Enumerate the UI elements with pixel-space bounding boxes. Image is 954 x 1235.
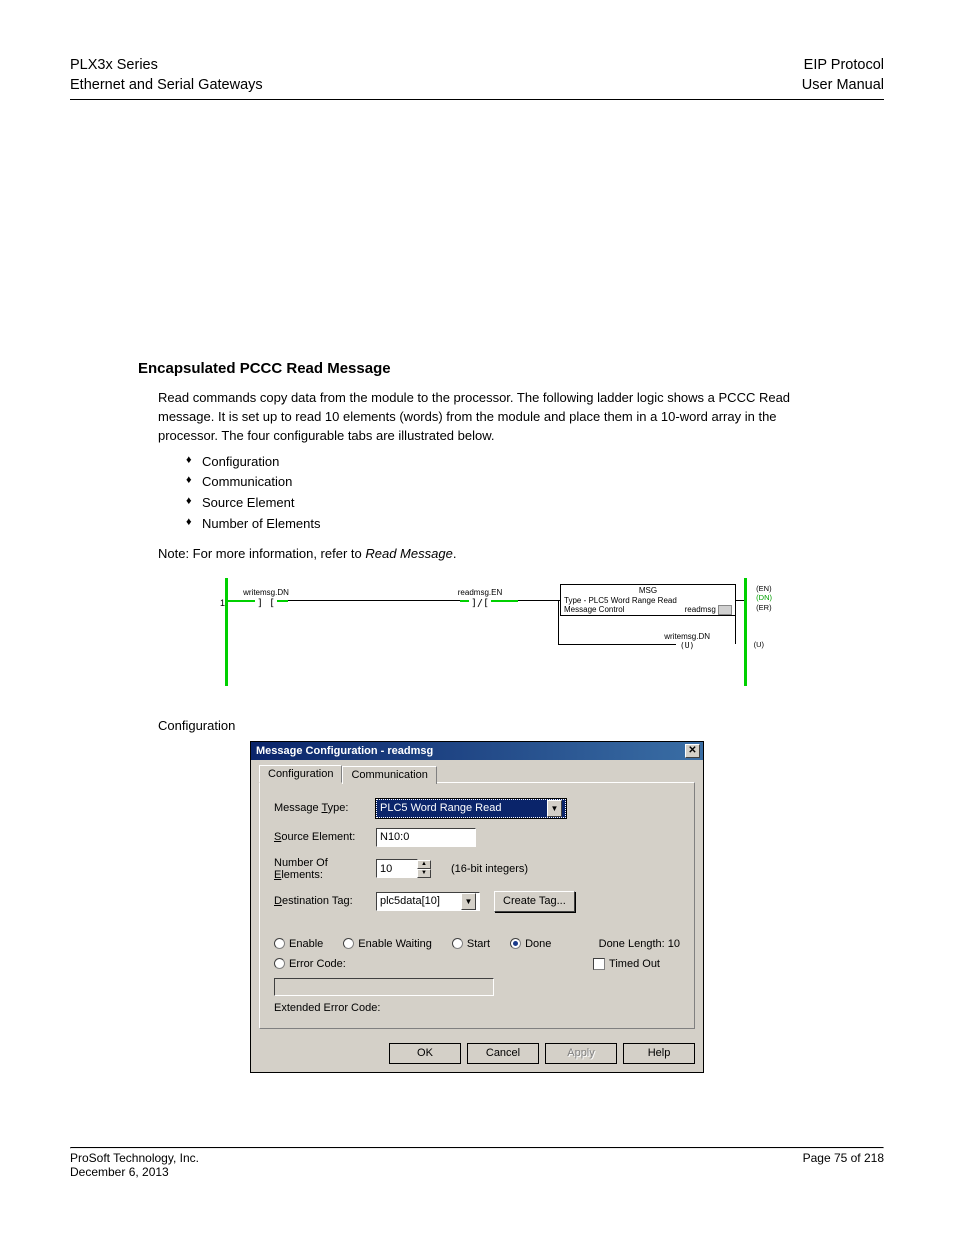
status-timed-out[interactable]: Timed Out bbox=[593, 958, 660, 970]
status-done-length: Done Length: 10 bbox=[599, 938, 680, 950]
header-right-1: EIP Protocol bbox=[802, 56, 884, 76]
tab-panel: Message Type: PLC5 Word Range Read ▼ Sou… bbox=[259, 782, 695, 1029]
branch-flag: (U) bbox=[754, 640, 764, 649]
footer-rule bbox=[70, 1147, 884, 1149]
bullet-list: Configuration Communication Source Eleme… bbox=[186, 452, 816, 535]
status-enable: Enable bbox=[274, 938, 323, 950]
help-button[interactable]: Help bbox=[623, 1043, 695, 1064]
header-left-2: Ethernet and Serial Gateways bbox=[70, 76, 263, 96]
status-error-code: Error Code: bbox=[274, 958, 346, 970]
footer-company: ProSoft Technology, Inc. bbox=[70, 1151, 199, 1165]
combo-message-type[interactable]: PLC5 Word Range Read ▼ bbox=[376, 799, 566, 818]
header-right-2: User Manual bbox=[802, 76, 884, 96]
input-num-elements[interactable]: 10 bbox=[376, 859, 418, 878]
label-num-elements: Number Of Elements: bbox=[274, 857, 376, 881]
header-left-1: PLX3x Series bbox=[70, 56, 263, 76]
num-elements-spinner[interactable]: ▲ ▼ bbox=[417, 860, 431, 878]
chevron-down-icon[interactable]: ▼ bbox=[547, 800, 562, 817]
status-start: Start bbox=[452, 938, 490, 950]
header-rule bbox=[70, 99, 884, 100]
status-enable-waiting: Enable Waiting bbox=[343, 938, 432, 950]
titlebar[interactable]: Message Configuration - readmsg ✕ bbox=[251, 742, 703, 760]
bullet-item: Source Element bbox=[186, 493, 816, 514]
close-icon[interactable]: ✕ bbox=[685, 744, 700, 758]
section-note: Note: For more information, refer to Rea… bbox=[158, 545, 816, 564]
page-header: PLX3x Series Ethernet and Serial Gateway… bbox=[70, 56, 884, 95]
dialog-caption: Configuration bbox=[158, 718, 816, 733]
footer-page: Page 75 of 218 bbox=[803, 1151, 884, 1165]
combo-destination-tag[interactable]: plc5data[10] ▼ bbox=[376, 892, 480, 911]
chevron-down-icon[interactable]: ▼ bbox=[461, 893, 476, 910]
spinner-down-icon[interactable]: ▼ bbox=[417, 869, 431, 878]
rung-number: 1 bbox=[207, 578, 225, 608]
ok-button[interactable]: OK bbox=[389, 1043, 461, 1064]
section-heading: Encapsulated PCCC Read Message bbox=[138, 360, 816, 377]
msg-ellipsis-button[interactable] bbox=[718, 605, 732, 615]
cancel-button[interactable]: Cancel bbox=[467, 1043, 539, 1064]
create-tag-button[interactable]: Create Tag... bbox=[494, 891, 575, 912]
right-rail bbox=[744, 578, 747, 686]
contact-writemsg-dn: writemsg.DN ] [ bbox=[236, 588, 296, 609]
bullet-item: Communication bbox=[186, 472, 816, 493]
ladder-diagram: 1 writemsg.DN ] [ readmsg.EN ]/[ bbox=[207, 578, 747, 686]
footer-date: December 6, 2013 bbox=[70, 1165, 199, 1179]
msg-flags: (EN) (DN) (ER) bbox=[756, 584, 772, 613]
label-destination-tag: Destination Tag: bbox=[274, 895, 376, 907]
tab-strip: Configuration Communication bbox=[259, 764, 695, 782]
dialog-title: Message Configuration - readmsg bbox=[256, 745, 433, 757]
contact-readmsg-en: readmsg.EN ]/[ bbox=[450, 588, 510, 609]
input-source-element[interactable]: N10:0 bbox=[376, 828, 476, 847]
page-footer: ProSoft Technology, Inc. December 6, 201… bbox=[70, 1151, 884, 1179]
section-intro: Read commands copy data from the module … bbox=[158, 389, 816, 446]
num-unit: (16-bit integers) bbox=[451, 863, 528, 875]
spinner-up-icon[interactable]: ▲ bbox=[417, 860, 431, 869]
msg-instruction: MSG Type - PLC5 Word Range Read Message … bbox=[560, 584, 736, 617]
message-config-dialog: Message Configuration - readmsg ✕ Config… bbox=[250, 741, 704, 1073]
apply-button[interactable]: Apply bbox=[545, 1043, 617, 1064]
error-code-box bbox=[274, 978, 494, 996]
bullet-item: Number of Elements bbox=[186, 514, 816, 535]
label-message-type: Message Type: bbox=[274, 802, 376, 814]
bullet-item: Configuration bbox=[186, 452, 816, 473]
tab-communication[interactable]: Communication bbox=[342, 766, 436, 784]
tab-configuration[interactable]: Configuration bbox=[259, 765, 342, 783]
status-done: Done bbox=[510, 938, 551, 950]
label-source-element: Source Element: bbox=[274, 831, 376, 843]
extended-error-label: Extended Error Code: bbox=[274, 1002, 680, 1014]
